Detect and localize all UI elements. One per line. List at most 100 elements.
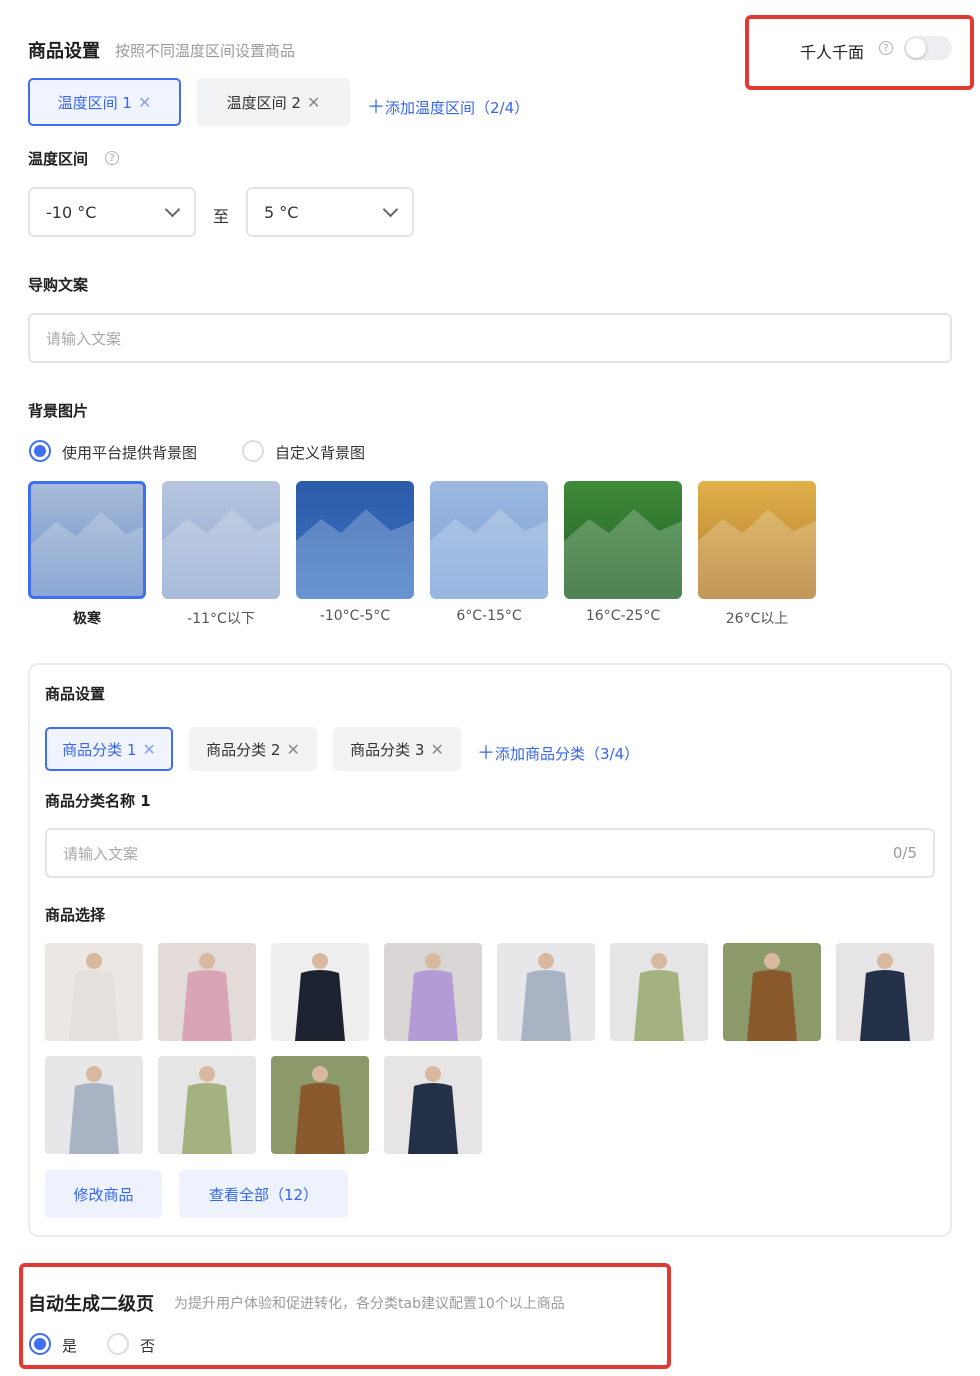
- background-thumbnail-label: 16°C-25°C: [585, 608, 661, 624]
- background-thumbnail[interactable]: [162, 481, 280, 599]
- radio-custom-background[interactable]: [242, 440, 264, 462]
- model-clothing: [182, 1083, 232, 1154]
- landscape-image: [296, 509, 414, 599]
- tab-label: 商品分类 2: [206, 740, 281, 759]
- tab-temp-range-1[interactable]: 温度区间 1 ✕: [28, 78, 181, 126]
- mountain-shape: [296, 509, 414, 599]
- model-image: [69, 1066, 119, 1154]
- model-image: [182, 1066, 232, 1154]
- guide-copy-label: 导购文案: [28, 276, 89, 294]
- temp-to-value: 5 °C: [264, 202, 299, 222]
- product-thumbnail[interactable]: [45, 1056, 143, 1154]
- product-thumbnail[interactable]: [723, 943, 821, 1041]
- model-head: [877, 953, 893, 969]
- char-counter: 0/5: [892, 844, 917, 862]
- temp-from-select[interactable]: -10 °C: [28, 187, 196, 237]
- model-clothing: [521, 970, 571, 1041]
- model-clothing: [69, 970, 119, 1041]
- model-head: [764, 953, 780, 969]
- radio-secondary-yes[interactable]: [29, 1333, 51, 1355]
- tab-label: 温度区间 2: [226, 93, 301, 112]
- model-head: [199, 953, 215, 969]
- model-image: [408, 953, 458, 1041]
- add-category-button[interactable]: ＋添加商品分类（3/4）: [477, 739, 639, 765]
- radio-secondary-no[interactable]: [107, 1333, 129, 1355]
- model-head: [86, 1066, 102, 1082]
- model-clothing: [295, 970, 345, 1041]
- model-image: [295, 953, 345, 1041]
- product-thumbnail[interactable]: [271, 943, 369, 1041]
- product-thumbnail[interactable]: [271, 1056, 369, 1154]
- product-thumbnail[interactable]: [384, 1056, 482, 1154]
- product-thumbnail[interactable]: [497, 943, 595, 1041]
- goods-card-title: 商品设置: [45, 685, 106, 703]
- tab-temp-range-2[interactable]: 温度区间 2 ✕: [197, 78, 350, 126]
- product-thumbnail[interactable]: [836, 943, 934, 1041]
- background-thumbnail[interactable]: [698, 481, 816, 599]
- landscape-image: [564, 509, 682, 599]
- mountain-shape: [430, 509, 548, 599]
- product-select-label: 商品选择: [45, 906, 106, 924]
- view-all-products-button[interactable]: 查看全部（12）: [179, 1170, 348, 1218]
- landscape-image: [31, 512, 143, 596]
- model-head: [86, 953, 102, 969]
- model-image: [634, 953, 684, 1041]
- tab-category-1[interactable]: 商品分类 1 ✕: [45, 727, 173, 771]
- model-head: [312, 1066, 328, 1082]
- radio-platform-background[interactable]: [29, 440, 51, 462]
- model-head: [651, 953, 667, 969]
- product-thumbnail[interactable]: [45, 943, 143, 1041]
- tab-category-3[interactable]: 商品分类 3 ✕: [333, 727, 461, 771]
- background-thumbnail[interactable]: [296, 481, 414, 599]
- guide-copy-input[interactable]: 请输入文案: [28, 313, 952, 363]
- mountain-shape: [698, 509, 816, 599]
- model-clothing: [634, 970, 684, 1041]
- background-thumbnail[interactable]: [28, 481, 146, 599]
- product-thumbnail[interactable]: [610, 943, 708, 1041]
- temp-range-label: 温度区间: [28, 150, 89, 168]
- model-clothing: [408, 1083, 458, 1154]
- guide-copy-placeholder: 请输入文案: [46, 329, 122, 348]
- category-name-input[interactable]: 请输入文案 0/5: [45, 828, 935, 878]
- model-head: [425, 953, 441, 969]
- mountain-shape: [162, 509, 280, 599]
- radio-no-label: 否: [140, 1337, 156, 1355]
- model-image: [295, 1066, 345, 1154]
- model-head: [425, 1066, 441, 1082]
- close-icon[interactable]: ✕: [307, 93, 320, 112]
- tab-label: 商品分类 1: [62, 740, 137, 759]
- landscape-image: [698, 509, 816, 599]
- model-image: [521, 953, 571, 1041]
- secondary-page-hint: 为提升用户体验和促进转化，各分类tab建议配置10个以上商品: [174, 1296, 565, 1312]
- tab-category-2[interactable]: 商品分类 2 ✕: [189, 727, 317, 771]
- add-temp-range-label: 添加温度区间（2/4）: [385, 99, 530, 117]
- model-image: [747, 953, 797, 1041]
- mountain-shape: [564, 509, 682, 599]
- product-thumbnail[interactable]: [158, 943, 256, 1041]
- background-thumbnail-label: 6°C-15°C: [456, 608, 522, 624]
- background-label: 背景图片: [28, 402, 89, 420]
- close-icon[interactable]: ✕: [138, 93, 151, 112]
- toggle-knob: [906, 38, 926, 58]
- product-thumbnail[interactable]: [158, 1056, 256, 1154]
- temp-to-select[interactable]: 5 °C: [246, 187, 414, 237]
- close-icon[interactable]: ✕: [142, 740, 155, 759]
- tab-label: 温度区间 1: [57, 93, 132, 112]
- add-temp-range-button[interactable]: ＋添加温度区间（2/4）: [367, 93, 529, 119]
- category-name-placeholder: 请输入文案: [63, 844, 139, 863]
- landscape-image: [430, 509, 548, 599]
- plus-icon: ＋: [367, 97, 385, 118]
- product-thumbnail[interactable]: [384, 943, 482, 1041]
- model-clothing: [408, 970, 458, 1041]
- tab-label: 商品分类 3: [350, 740, 425, 759]
- personalize-toggle[interactable]: [904, 36, 952, 60]
- edit-products-button[interactable]: 修改商品: [45, 1170, 162, 1218]
- category-name-label: 商品分类名称 1: [45, 792, 151, 810]
- close-icon[interactable]: ✕: [286, 740, 299, 759]
- background-thumbnail[interactable]: [564, 481, 682, 599]
- help-icon[interactable]: ?: [105, 151, 119, 165]
- close-icon[interactable]: ✕: [430, 740, 443, 759]
- model-head: [538, 953, 554, 969]
- background-thumbnail[interactable]: [430, 481, 548, 599]
- help-icon[interactable]: ?: [879, 41, 893, 55]
